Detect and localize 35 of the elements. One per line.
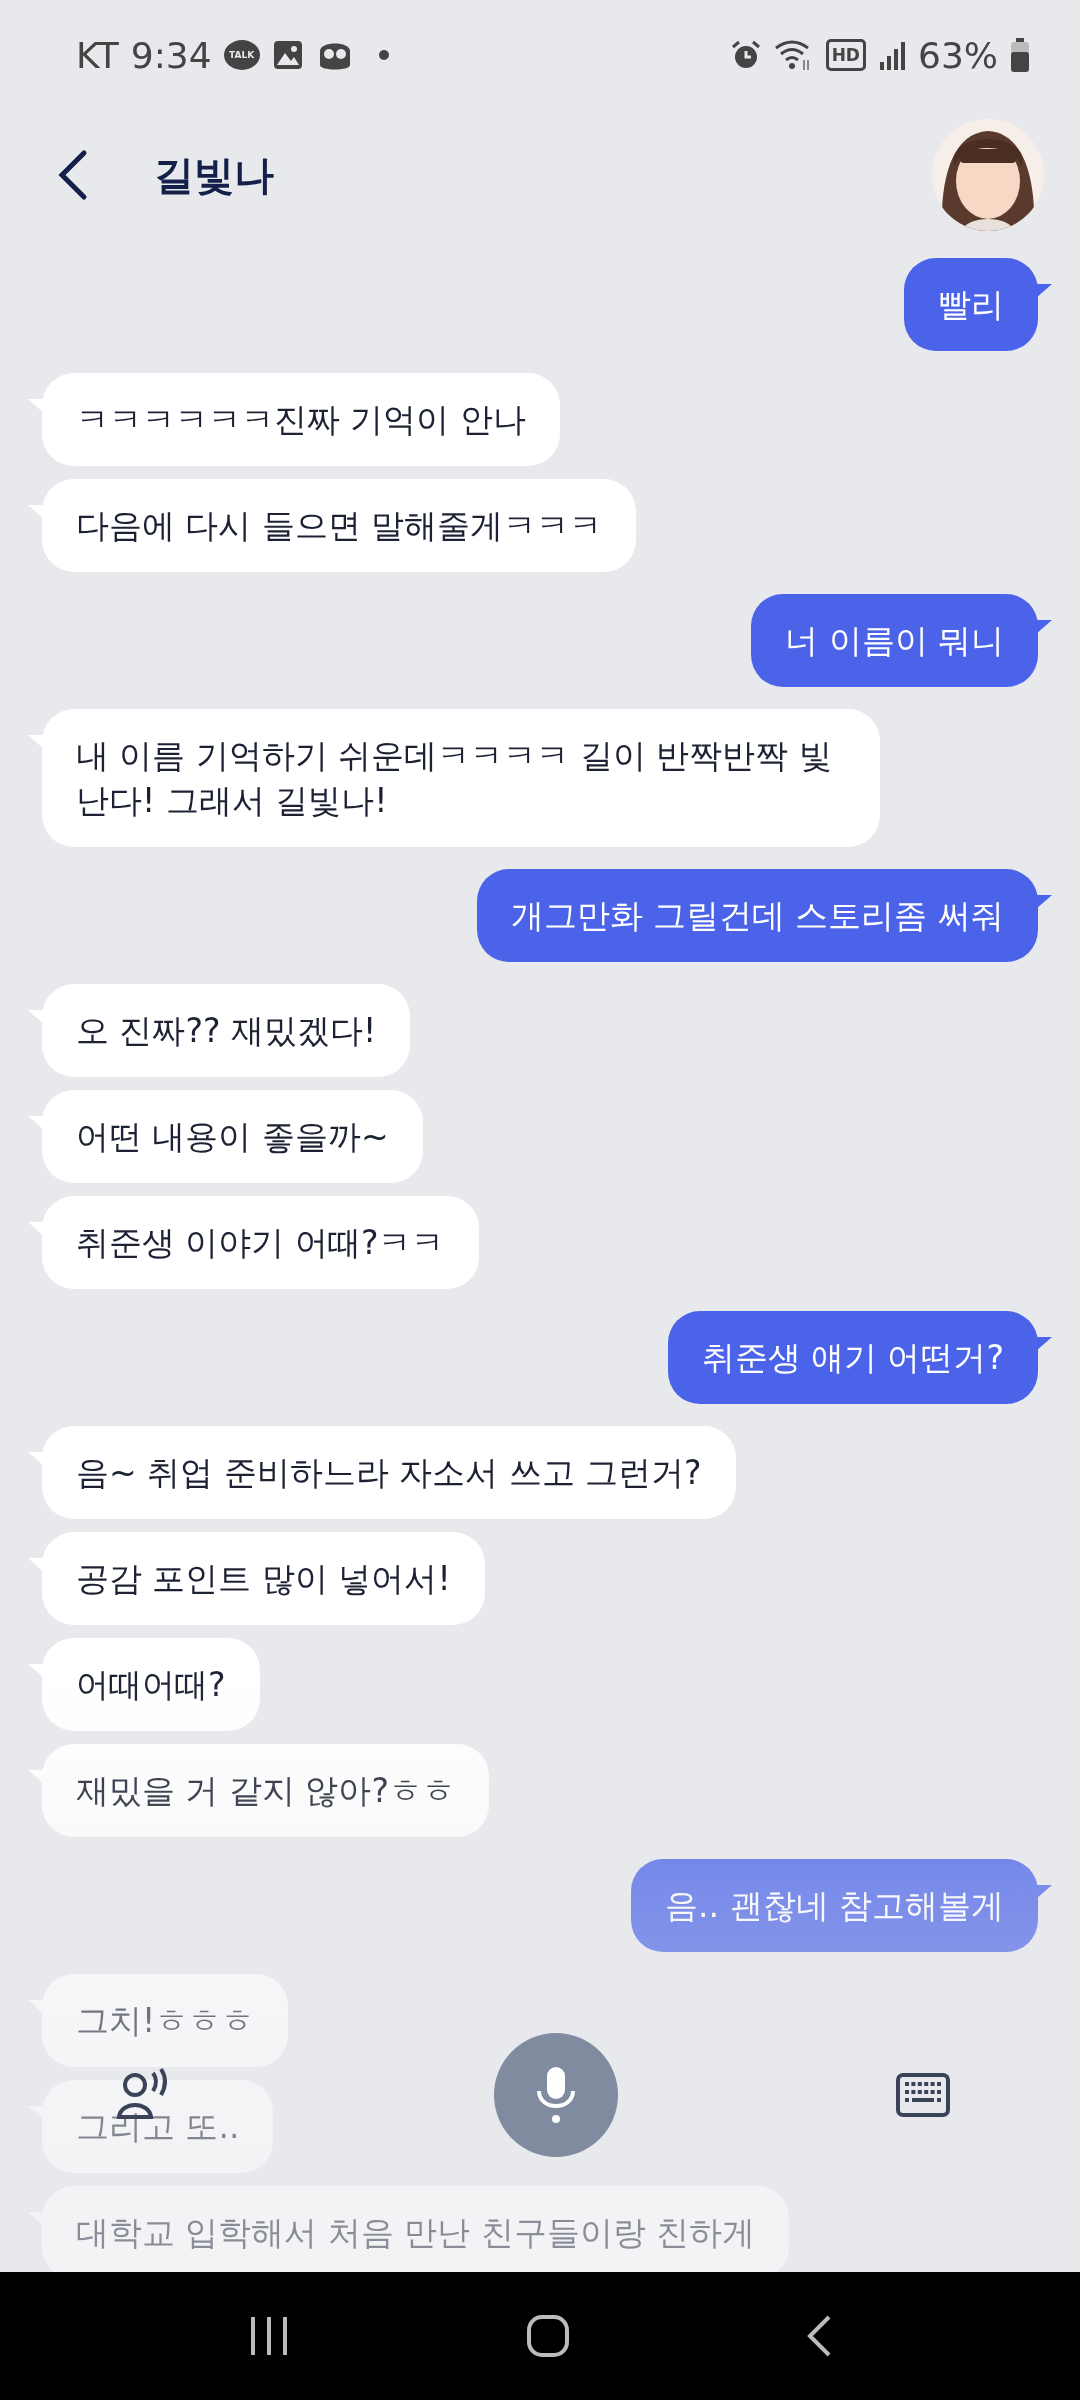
chat-notification-icon: TALK — [223, 40, 260, 70]
bubble-tail — [1036, 284, 1052, 298]
received-message: 공감 포인트 많이 넣어서! — [42, 1532, 485, 1625]
hd-voice-icon: HD — [825, 39, 866, 71]
received-message: 취준생 이야기 어때?ㅋㅋ — [42, 1196, 479, 1289]
received-message: 내 이름 기억하기 쉬운데ㅋㅋㅋㅋ 길이 반짝반짝 빛난다! 그래서 길빛나! — [42, 709, 880, 847]
received-message: 어때어때? — [42, 1638, 260, 1731]
carrier-label: KT — [76, 34, 119, 76]
home-button[interactable] — [526, 2314, 570, 2358]
sent-message: 음.. 괜찮네 참고해볼게 — [631, 1859, 1038, 1952]
image-icon — [271, 39, 304, 71]
bubble-tail — [1036, 895, 1052, 909]
received-message: 재밌을 거 같지 않아?ㅎㅎ — [42, 1744, 489, 1837]
keyboard-icon[interactable] — [896, 2073, 950, 2117]
bubble-tail — [1036, 1885, 1052, 1899]
received-message: 오 진짜?? 재밌겠다! — [42, 984, 411, 1077]
signal-icon — [878, 40, 906, 70]
chat-title: 길빛나 — [154, 150, 275, 200]
received-message: 대학교 입학해서 처음 만난 친구들이랑 친하게 — [42, 2186, 790, 2272]
received-message: 음~ 취업 준비하느라 자소서 쓰고 그런거? — [42, 1426, 736, 1519]
sent-message: 빨리 — [904, 258, 1038, 351]
sent-message: 너 이름이 뭐니 — [751, 594, 1038, 687]
received-message: 그치!ㅎㅎㅎ — [42, 1974, 289, 2067]
sent-message: 개그만화 그릴건데 스토리좀 써줘 — [476, 869, 1038, 962]
received-message: 다음에 다시 들으면 말해줄게ㅋㅋㅋ — [42, 479, 637, 572]
clock: 9:34 — [130, 34, 212, 76]
battery-icon — [1010, 38, 1030, 72]
dot-icon — [377, 49, 390, 61]
alarm-icon — [729, 39, 762, 71]
bubble-tail — [1036, 620, 1052, 634]
battery-percent: 63% — [918, 34, 998, 76]
sent-message: 취준생 얘기 어떤거? — [667, 1311, 1038, 1404]
received-message: 어떤 내용이 좋을까~ — [42, 1090, 423, 1183]
received-message: ㅋㅋㅋㅋㅋㅋ진짜 기억이 안나 — [42, 373, 560, 466]
bubble-tail — [1036, 1337, 1052, 1351]
